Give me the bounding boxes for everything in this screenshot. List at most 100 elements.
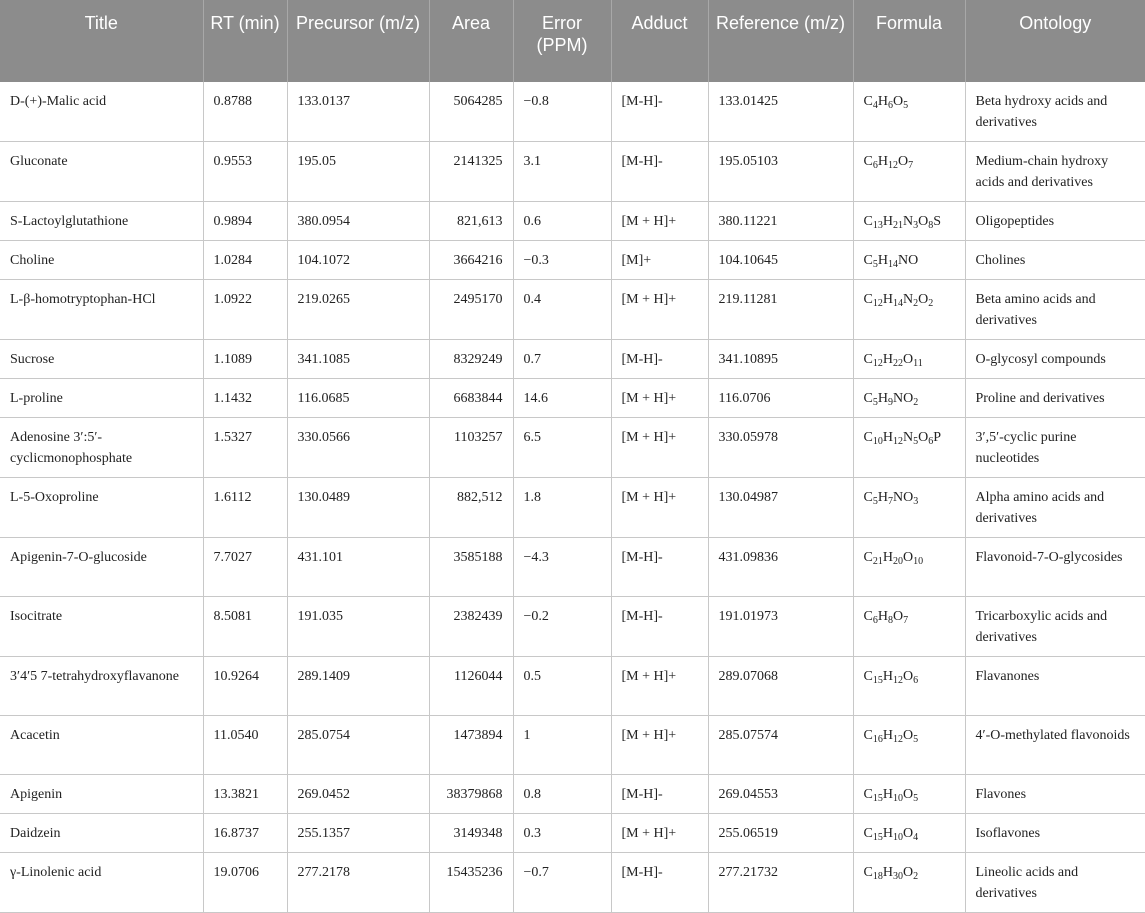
cell-error: 0.6 bbox=[512, 201, 611, 241]
cell-rt: 19.0706 bbox=[202, 852, 287, 913]
cell-adduct: [M-H]- bbox=[610, 82, 708, 142]
cell-formula: C16H12O5 bbox=[852, 715, 965, 775]
cell-formula: C15H10O5 bbox=[852, 774, 965, 814]
cell-rt: 1.0284 bbox=[202, 240, 287, 280]
cell-title: Isocitrate bbox=[0, 596, 203, 657]
cell-error: 3.1 bbox=[512, 141, 611, 202]
cell-title: Sucrose bbox=[0, 339, 203, 379]
table-row: Gluconate 0.9553 195.05 2141325 3.1 [M-H]- 195… bbox=[0, 141, 1145, 202]
cell-rt: 0.9553 bbox=[202, 141, 287, 202]
cell-ontology: 4′-O-methylated flavonoids bbox=[964, 715, 1145, 775]
cell-precursor: 341.1085 bbox=[286, 339, 429, 379]
cell-adduct: [M-H]- bbox=[610, 596, 708, 657]
cell-rt: 0.8788 bbox=[202, 82, 287, 142]
cell-ontology: Alpha amino acids and derivatives bbox=[964, 477, 1145, 538]
cell-error: 6.5 bbox=[512, 417, 611, 478]
cell-ontology: Beta amino acids and derivatives bbox=[964, 279, 1145, 340]
cell-area: 3149348 bbox=[428, 813, 513, 853]
cell-reference: 191.01973 bbox=[707, 596, 853, 657]
cell-ontology: Tricarboxylic acids and derivatives bbox=[964, 596, 1145, 657]
table-row: Sucrose 1.1089 341.1085 8329249 0.7 [M-H]- 341… bbox=[0, 339, 1145, 379]
cell-reference: 130.04987 bbox=[707, 477, 853, 538]
cell-adduct: [M-H]- bbox=[610, 339, 708, 379]
metabolite-table: Title RT (min) Precursor (m/z) Area Erro… bbox=[0, 0, 1145, 913]
cell-rt: 7.7027 bbox=[202, 537, 287, 597]
cell-ontology: Flavanones bbox=[964, 656, 1145, 716]
cell-precursor: 191.035 bbox=[286, 596, 429, 657]
cell-adduct: [M-H]- bbox=[610, 537, 708, 597]
cell-adduct: [M + H]+ bbox=[610, 417, 708, 478]
cell-reference: 289.07068 bbox=[707, 656, 853, 716]
cell-title: γ-Linolenic acid bbox=[0, 852, 203, 913]
cell-formula: C4H6O5 bbox=[852, 82, 965, 142]
cell-rt: 16.8737 bbox=[202, 813, 287, 853]
cell-reference: 341.10895 bbox=[707, 339, 853, 379]
cell-formula: C6H8O7 bbox=[852, 596, 965, 657]
cell-precursor: 104.1072 bbox=[286, 240, 429, 280]
header-row: Title RT (min) Precursor (m/z) Area Erro… bbox=[0, 0, 1145, 82]
cell-title: 3′4′5 7-tetrahydroxyflavanone bbox=[0, 656, 203, 716]
header-rt: RT (min) bbox=[202, 0, 287, 82]
cell-area: 38379868 bbox=[428, 774, 513, 814]
table-row: 3′4′5 7-tetrahydroxyflavanone 10.9264 289.… bbox=[0, 656, 1145, 716]
cell-rt: 13.3821 bbox=[202, 774, 287, 814]
cell-ontology: Oligopeptides bbox=[964, 201, 1145, 241]
cell-ontology: Flavones bbox=[964, 774, 1145, 814]
table-row: Isocitrate 8.5081 191.035 2382439 −0.2 [M-H]-… bbox=[0, 596, 1145, 657]
cell-rt: 1.1432 bbox=[202, 378, 287, 418]
header-ontology: Ontology bbox=[964, 0, 1145, 82]
cell-area: 3585188 bbox=[428, 537, 513, 597]
cell-ontology: O-glycosyl compounds bbox=[964, 339, 1145, 379]
cell-reference: 380.11221 bbox=[707, 201, 853, 241]
cell-ontology: Medium-chain hydroxy acids and derivativ… bbox=[964, 141, 1145, 202]
header-reference: Reference (m/z) bbox=[707, 0, 853, 82]
cell-ontology: Beta hydroxy acids and derivatives bbox=[964, 82, 1145, 142]
cell-error: 0.4 bbox=[512, 279, 611, 340]
cell-rt: 11.0540 bbox=[202, 715, 287, 775]
cell-area: 2141325 bbox=[428, 141, 513, 202]
cell-error: 0.8 bbox=[512, 774, 611, 814]
cell-formula: C21H20O10 bbox=[852, 537, 965, 597]
table-row: Acacetin 11.0540 285.0754 1473894 1 [M + H]+ 2… bbox=[0, 715, 1145, 775]
cell-adduct: [M + H]+ bbox=[610, 279, 708, 340]
cell-area: 1473894 bbox=[428, 715, 513, 775]
cell-adduct: [M + H]+ bbox=[610, 477, 708, 538]
cell-adduct: [M + H]+ bbox=[610, 201, 708, 241]
cell-reference: 219.11281 bbox=[707, 279, 853, 340]
cell-title: Apigenin bbox=[0, 774, 203, 814]
cell-title: S-Lactoylglutathione bbox=[0, 201, 203, 241]
cell-error: −0.8 bbox=[512, 82, 611, 142]
cell-rt: 8.5081 bbox=[202, 596, 287, 657]
cell-title: Acacetin bbox=[0, 715, 203, 775]
cell-ontology: Proline and derivatives bbox=[964, 378, 1145, 418]
cell-adduct: [M + H]+ bbox=[610, 656, 708, 716]
header-error: Error (PPM) bbox=[512, 0, 611, 82]
cell-area: 15435236 bbox=[428, 852, 513, 913]
cell-precursor: 330.0566 bbox=[286, 417, 429, 478]
cell-precursor: 277.2178 bbox=[286, 852, 429, 913]
table-header: Title RT (min) Precursor (m/z) Area Erro… bbox=[0, 0, 1145, 82]
cell-adduct: [M]+ bbox=[610, 240, 708, 280]
cell-rt: 1.6112 bbox=[202, 477, 287, 538]
cell-error: 0.3 bbox=[512, 813, 611, 853]
cell-area: 1103257 bbox=[428, 417, 513, 478]
cell-reference: 195.05103 bbox=[707, 141, 853, 202]
cell-formula: C12H22O11 bbox=[852, 339, 965, 379]
cell-error: 14.6 bbox=[512, 378, 611, 418]
cell-title: L-5-Oxoproline bbox=[0, 477, 203, 538]
table-row: Apigenin 13.3821 269.0452 38379868 0.8 [M-H]-… bbox=[0, 774, 1145, 814]
cell-title: Adenosine 3′:5′-cyclicmonophosphate bbox=[0, 417, 203, 478]
cell-ontology: Lineolic acids and derivatives bbox=[964, 852, 1145, 913]
table-row: L-proline 1.1432 116.0685 6683844 14.6 [M + H… bbox=[0, 378, 1145, 418]
cell-precursor: 219.0265 bbox=[286, 279, 429, 340]
cell-title: Daidzein bbox=[0, 813, 203, 853]
cell-precursor: 285.0754 bbox=[286, 715, 429, 775]
cell-area: 6683844 bbox=[428, 378, 513, 418]
cell-error: 0.5 bbox=[512, 656, 611, 716]
cell-error: −0.3 bbox=[512, 240, 611, 280]
cell-rt: 0.9894 bbox=[202, 201, 287, 241]
cell-formula: C15H12O6 bbox=[852, 656, 965, 716]
table-row: D-(+)-Malic acid 0.8788 133.0137 5064285 −0.… bbox=[0, 82, 1145, 142]
cell-ontology: Cholines bbox=[964, 240, 1145, 280]
cell-adduct: [M-H]- bbox=[610, 852, 708, 913]
